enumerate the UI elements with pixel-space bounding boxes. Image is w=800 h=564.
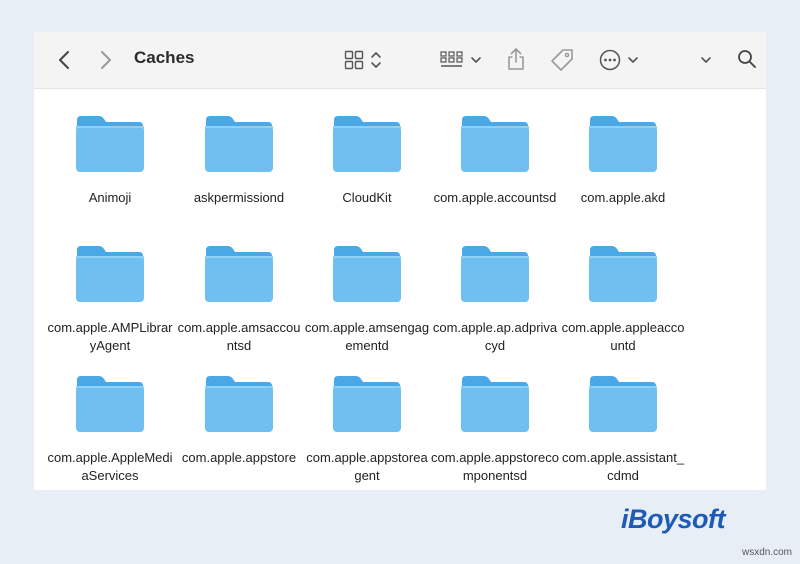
view-grid-icon [344, 50, 364, 70]
share-icon [508, 48, 524, 70]
view-mode-button[interactable] [340, 46, 386, 74]
folder-icon [205, 116, 273, 172]
folder-icon [333, 116, 401, 172]
search-button[interactable] [734, 46, 760, 72]
brand-logo: iBoysoft [621, 504, 726, 534]
folder-icon [76, 376, 144, 432]
chevron-updown-icon [371, 52, 381, 68]
chevron-down-icon [628, 57, 638, 63]
folder-item[interactable]: CloudKit [303, 112, 431, 207]
folder-label: CloudKit [342, 190, 392, 205]
folder-label: askpermissiond [193, 190, 285, 205]
chevron-left-icon [59, 51, 69, 69]
folder-label: com.apple.amsengagementd [304, 320, 430, 353]
folder-icon [76, 116, 144, 172]
folder-label: com.apple.appleaccountd [561, 320, 685, 353]
folder-icon [333, 246, 401, 302]
folder-label: com.apple.accountsd [433, 190, 557, 205]
folder-icon [589, 376, 657, 432]
folder-icon [461, 246, 529, 302]
folder-item[interactable]: com.apple.appstoreagent [303, 372, 431, 485]
folder-icon [76, 246, 144, 302]
chevron-down-icon [701, 57, 711, 63]
folder-icon [461, 376, 529, 432]
window-title: Caches [134, 48, 195, 67]
folder-item[interactable]: com.apple.AMPLibraryAgent [46, 242, 174, 355]
folder-icon [461, 116, 529, 172]
more-icon [599, 49, 621, 71]
folder-label: com.apple.AMPLibraryAgent [47, 320, 173, 353]
toolbar: Caches [34, 32, 766, 89]
file-grid: Animoji askpermissiond CloudKit com.apple.a… [34, 89, 766, 490]
overflow-chevron-button[interactable] [696, 50, 716, 70]
folder-label: com.apple.appstorecomponentsd [431, 450, 559, 483]
tag-button[interactable] [548, 46, 576, 74]
folder-item[interactable]: com.apple.appstore [175, 372, 303, 467]
share-button[interactable] [504, 45, 528, 73]
folder-item[interactable]: com.apple.AppleMediaServices [46, 372, 174, 485]
folder-item[interactable]: askpermissiond [175, 112, 303, 207]
folder-icon [589, 116, 657, 172]
watermark: wsxdn.com [741, 547, 792, 558]
chevron-down-icon [471, 57, 481, 63]
folder-icon [333, 376, 401, 432]
folder-item[interactable]: com.apple.assistant_cdmd [559, 372, 687, 485]
folder-item[interactable]: com.apple.appstorecomponentsd [431, 372, 559, 485]
tag-icon [551, 49, 573, 71]
folder-item[interactable]: com.apple.akd [559, 112, 687, 207]
folder-label: com.apple.akd [580, 190, 666, 205]
group-button[interactable] [438, 46, 484, 74]
folder-icon [589, 246, 657, 302]
forward-button[interactable] [96, 48, 116, 72]
folder-icon [205, 246, 273, 302]
folder-item[interactable]: com.apple.amsaccountsd [175, 242, 303, 355]
folder-label: com.apple.amsaccountsd [177, 320, 301, 353]
folder-label: Animoji [88, 190, 132, 205]
finder-window: Caches Animoji askpermissiond CloudKit c… [34, 32, 766, 490]
more-actions-button[interactable] [596, 46, 642, 74]
folder-label: com.apple.appstore [181, 450, 297, 465]
folder-label: com.apple.assistant_cdmd [561, 450, 685, 483]
folder-item[interactable]: com.apple.accountsd [431, 112, 559, 207]
folder-item[interactable]: com.apple.appleaccountd [559, 242, 687, 355]
folder-item[interactable]: com.apple.amsengagementd [303, 242, 431, 355]
back-button[interactable] [54, 48, 74, 72]
folder-label: com.apple.AppleMediaServices [47, 450, 173, 483]
folder-item[interactable]: Animoji [46, 112, 174, 207]
folder-icon [205, 376, 273, 432]
chevron-right-icon [101, 51, 111, 69]
folder-item[interactable]: com.apple.ap.adprivacyd [431, 242, 559, 355]
search-icon [738, 50, 756, 68]
folder-label: com.apple.ap.adprivacyd [432, 320, 558, 353]
group-icon [440, 51, 463, 67]
folder-label: com.apple.appstoreagent [306, 450, 428, 483]
